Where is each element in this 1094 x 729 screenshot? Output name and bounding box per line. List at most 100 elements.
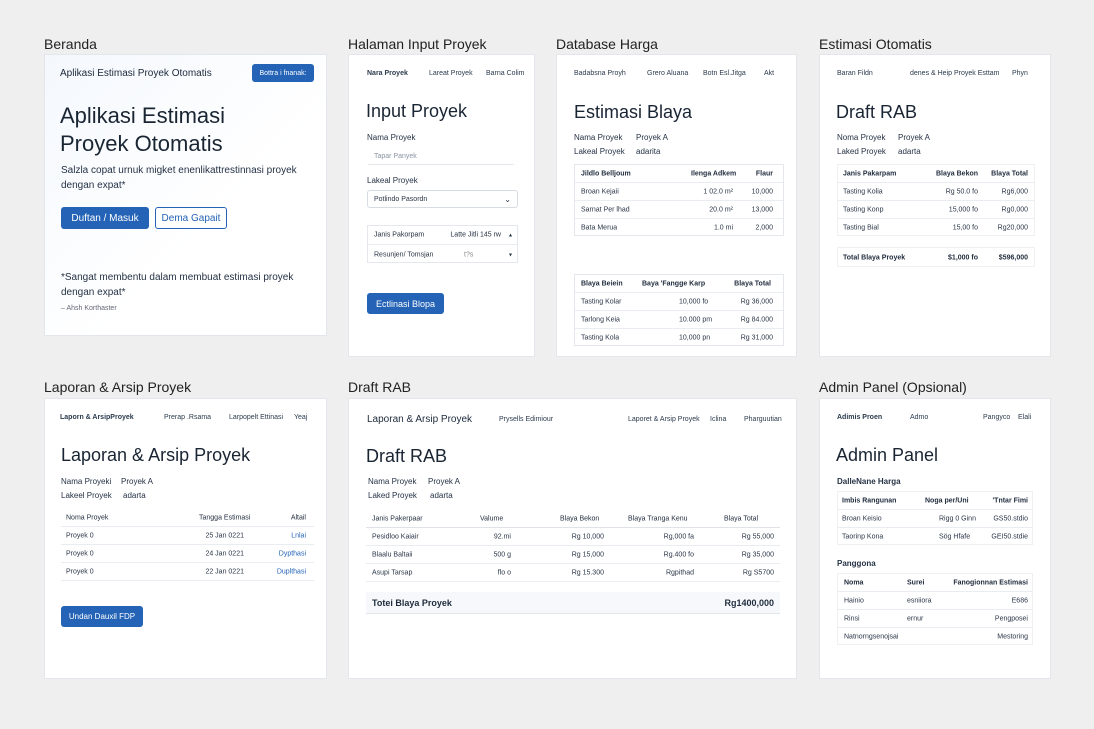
nav-item[interactable]: Prerap .Rsama [164, 414, 211, 421]
table-cell: Rigg 0 Ginn [939, 515, 976, 522]
meta-label: Lakeel Proyek [61, 491, 112, 500]
table-cell: Pengposei [994, 615, 1028, 622]
chevron-down-icon[interactable]: ▾ [509, 251, 512, 258]
hero-title-line1: Aplikasi Estimasi [60, 103, 226, 128]
table-row[interactable]: Tasting Kola 10,000 pn Rg 31,000 [575, 329, 783, 347]
table-row[interactable]: Tarlong Keia 10.000 pm Rg 84.000 [575, 311, 783, 329]
row-action-link[interactable]: Dypthasi [279, 550, 306, 557]
table-header-cell: Noma Proyek [66, 514, 109, 521]
table-cell: Tasting Konp [843, 206, 884, 213]
table-cell: Pesidloo Kaiair [372, 533, 419, 540]
table-row[interactable]: Tasting Konp 15,000 fo Rg0,000 [838, 201, 1034, 219]
nav-item[interactable]: Admo [910, 414, 928, 421]
table-cell: Rg6,000 [1001, 188, 1028, 195]
page-title: Draft RAB [366, 446, 448, 466]
database-card: Badabsna Proyh Grero Aluana Botn Esl.Jit… [556, 54, 797, 357]
table-cell: Proyek 0 [66, 532, 94, 539]
nav-item[interactable]: Adimis Proen [837, 414, 882, 421]
nav-item[interactable]: Iclina [710, 416, 726, 423]
demo-button[interactable]: Dema Gapait [155, 207, 227, 229]
cost-table: Blaya Beiein Baya 'Fangge Karp Blaya Tot… [574, 274, 784, 346]
table-row[interactable]: Proyek 0 25 Jan 0221 Lnlai [61, 527, 314, 545]
table-header-cell: Blaya Bekon [936, 170, 979, 177]
table-row[interactable]: Asupi Tarsap flo o Rg 15.300 Rgpithad Rg… [366, 564, 780, 582]
table-row[interactable]: Tasting Bial 15,00 fo Rg20,000 [838, 219, 1034, 237]
table-cell: Blaalu Baltaii [372, 551, 413, 558]
testimonial-quote-line1: *Sangat membentu dalam membuat estimasi … [61, 272, 294, 283]
table-header-cell: Altail [290, 514, 306, 521]
row-action-link[interactable]: Lnlai [291, 532, 306, 539]
nav-item[interactable]: Barna Colim [486, 70, 525, 77]
row-action-link[interactable]: Duplthasi [277, 568, 306, 575]
table-header: Noma Proyek Tangga Estimasi Altail [61, 509, 314, 527]
table-header-cell: Tangga Estimasi [199, 514, 251, 521]
table-cell: Rg 10,000 [571, 533, 604, 540]
table-row[interactable]: Proyek 0 24 Jan 0221 Dypthasi [61, 545, 314, 563]
nav-item[interactable]: Yeaj [294, 414, 307, 421]
nav-item[interactable]: Baran Fildn [837, 70, 873, 77]
table-cell: E686 [1011, 597, 1028, 604]
nav-item[interactable]: Akt [764, 70, 774, 77]
estimate-button[interactable]: Ectlinasi Blopa [367, 293, 444, 314]
table-row[interactable]: Broan Keisio Rigg 0 Ginn GS50.stdio [838, 510, 1032, 528]
table-cell: Resunjen/ Tomsjan [374, 251, 434, 258]
nav-item[interactable]: Pharguutian [744, 416, 782, 423]
nav-item[interactable]: Grero Aluana [647, 70, 688, 77]
table-row[interactable]: Bata Merua 1.0 mi 2,000 [575, 219, 783, 237]
price-table: Jildlo Belljoum Ilenga Adkem Flaur Broan… [574, 164, 784, 236]
nav-action-button[interactable]: Bottra i fnanak: [252, 64, 314, 82]
table-row[interactable]: Resunjen/ Tomsjan t?s ▾ [368, 245, 517, 264]
nav-item[interactable]: denes & Heip Proyek Esttam [910, 70, 1000, 77]
project-location-label: Lakeal Proyek [367, 176, 418, 185]
table-cell: Rg 55,000 [741, 533, 774, 540]
login-button[interactable]: Duftan / Masuk [61, 207, 149, 229]
table-cell: esniiora [907, 597, 932, 604]
select-value: Potlindo Pasordn [374, 195, 428, 203]
table-row[interactable]: Hainio esniiora E686 [838, 592, 1032, 610]
nav-item[interactable]: Nara Proyek [367, 70, 408, 77]
nav-item[interactable]: Pangyco [983, 414, 1010, 421]
nav-item[interactable]: Laporan & Arsip Proyek [367, 414, 472, 425]
project-name-input[interactable]: Tapar Panyek [367, 148, 515, 165]
table-cell: 20.0 m² [709, 206, 733, 213]
table-row[interactable]: Natnorngsenojsai Mestoring [838, 628, 1032, 646]
testimonial-quote-line2: dengan expat* [61, 287, 126, 298]
table-row[interactable]: Blaalu Baltaii 500 g Rg 15,000 Rg.400 fo… [366, 546, 780, 564]
project-location-select[interactable]: Potlindo Pasordn ⌄ [367, 190, 518, 208]
table-header-cell: Blaya Total [734, 280, 771, 287]
table-cell: Tasting Kolar [581, 298, 622, 305]
table-cell: 1 02.0 m² [703, 188, 733, 195]
table-cell: Rg 15,000 [571, 551, 604, 558]
table-cell: Rg,000 fa [663, 533, 694, 540]
nav-item[interactable]: Phyn [1012, 70, 1028, 77]
laporan-card: Laporn & ArsipProyek Prerap .Rsama Larpo… [44, 398, 327, 679]
meta-value: adarita [636, 147, 661, 156]
nav-item[interactable]: Larpopelt Ettinasi [229, 414, 283, 421]
table-cell: 22 Jan 0221 [205, 568, 244, 575]
table-row[interactable]: Taorinp Kona Sög Hfafe GEI50.stdie [838, 528, 1032, 546]
rab-table: Janis Pakarpam Blaya Bekon Blaya Total T… [837, 164, 1035, 236]
nav-item[interactable]: Elali [1018, 414, 1031, 421]
nav-item[interactable]: Lareat Proyek [429, 70, 473, 77]
meta-label: Lakeal Proyek [574, 147, 625, 156]
table-row[interactable]: Tasting Kolar 10,000 fo Rg 36,000 [575, 293, 783, 311]
nav-item[interactable]: Prysells Edimiour [499, 416, 553, 423]
hero-title-line2: Proyek Otomatis [60, 131, 223, 156]
nav-item[interactable]: Laporet & Arsip Proyek [628, 416, 700, 423]
input-navbar: Nara Proyek Lareat Proyek Barna Colim [349, 55, 534, 91]
table-row[interactable]: Rinsi ernur Pengposei [838, 610, 1032, 628]
download-pdf-button[interactable]: Undan Dauxil FDP [61, 606, 143, 627]
table-row[interactable]: Sarnat Per lhad 20.0 m² 13,000 [575, 201, 783, 219]
table-cell: t?s [464, 251, 474, 258]
table-row[interactable]: Pesidloo Kaiair 92.mi Rg 10,000 Rg,000 f… [366, 528, 780, 546]
table-row[interactable]: Tasting Kolia Rg 50.0 fo Rg6,000 [838, 183, 1034, 201]
sort-icon[interactable]: ▴ [509, 232, 512, 239]
total-label: Totei Blaya Proyek [372, 598, 452, 608]
nav-item[interactable]: Laporn & ArsipProyek [60, 414, 134, 421]
nav-item[interactable]: Badabsna Proyh [574, 70, 626, 77]
nav-item[interactable]: Botn Esl.Jitga [703, 70, 746, 77]
table-row[interactable]: Broan Kejaii 1 02.0 m² 10,000 [575, 183, 783, 201]
section-label-input: Halaman Input Proyek [348, 36, 487, 52]
table-row[interactable]: Proyek 0 22 Jan 0221 Duplthasi [61, 563, 314, 581]
beranda-card: Aplikasi Estimasi Proyek Otomatis Bottra… [44, 54, 327, 336]
